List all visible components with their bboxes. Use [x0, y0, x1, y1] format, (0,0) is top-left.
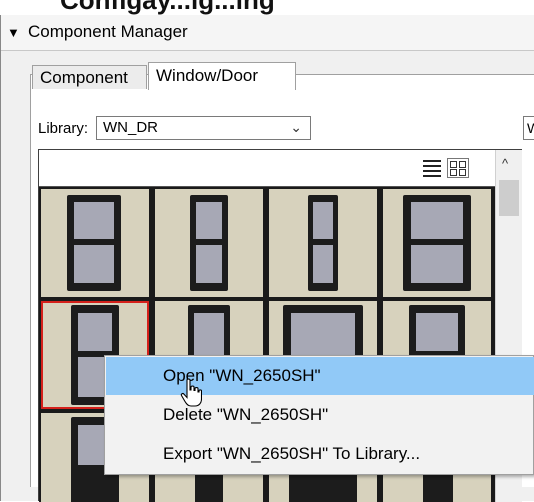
- library-label: Library:: [38, 120, 89, 137]
- thumbnail-item[interactable]: [383, 189, 491, 297]
- right-dropdown-partial[interactable]: W: [523, 116, 534, 140]
- tab-component[interactable]: Component: [32, 65, 147, 89]
- library-value: WN_DR: [103, 119, 158, 136]
- heading-fragment: Configáy...ig...ing: [60, 0, 275, 15]
- thumbnail-item[interactable]: [155, 189, 263, 297]
- thumbnail-item[interactable]: [41, 189, 149, 297]
- context-menu: Open "WN_2650SH" Delete "WN_2650SH" Expo…: [104, 355, 534, 475]
- tab-window-door[interactable]: Window/Door: [148, 62, 296, 90]
- thumbnail-item[interactable]: [269, 189, 377, 297]
- grid-view-icon[interactable]: [447, 158, 469, 178]
- cut-off-heading: Configáy...ig...ing: [0, 0, 534, 16]
- panel-title: Component Manager: [28, 22, 188, 41]
- context-open-item[interactable]: Open "WN_2650SH": [106, 357, 534, 395]
- context-export-label: Export "WN_2650SH" To Library...: [163, 444, 421, 463]
- context-export-item[interactable]: Export "WN_2650SH" To Library...: [106, 435, 534, 473]
- list-view-icon[interactable]: [423, 160, 441, 177]
- scroll-up-arrow-icon[interactable]: ^: [502, 156, 508, 171]
- chevron-down-icon: ⌄: [290, 119, 302, 135]
- scrollbar-thumb[interactable]: [499, 180, 519, 216]
- view-toolbar: [39, 150, 495, 187]
- tab-bar: Component Window/Door: [0, 62, 534, 90]
- library-dropdown[interactable]: WN_DR ⌄: [96, 116, 311, 140]
- hand-pointer-cursor-icon: [180, 378, 202, 407]
- right-field-value: W: [527, 120, 534, 136]
- context-delete-item[interactable]: Delete "WN_2650SH": [106, 396, 534, 434]
- panel-header[interactable]: ▼ Component Manager: [1, 15, 534, 51]
- collapse-triangle-icon[interactable]: ▼: [7, 25, 20, 40]
